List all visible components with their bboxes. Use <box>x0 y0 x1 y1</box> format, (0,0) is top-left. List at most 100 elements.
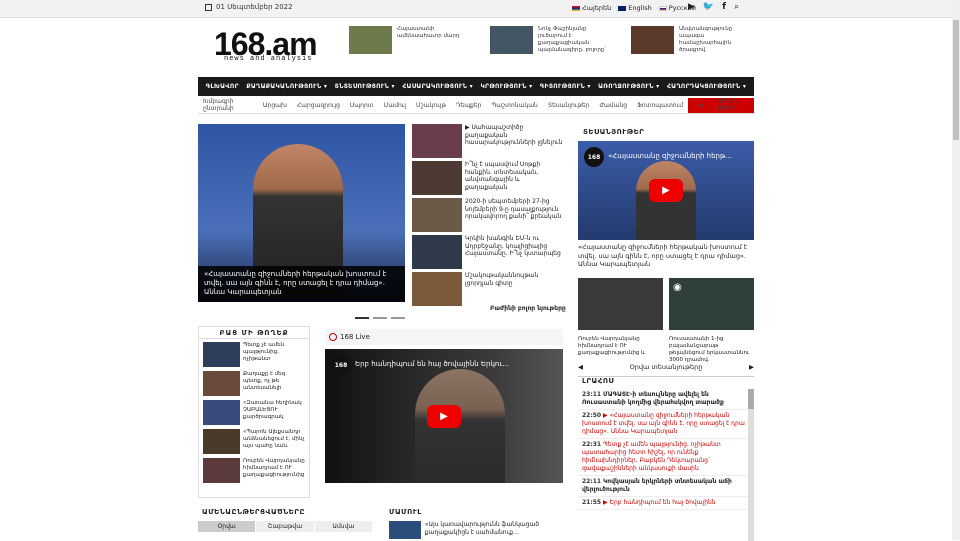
list-item[interactable]: «Այս կառավարությունն ֆանկացած քաղաքակիցն… <box>389 521 564 539</box>
carousel-dot[interactable] <box>373 317 387 319</box>
thumbnail <box>412 198 462 232</box>
carousel-dot[interactable] <box>355 317 369 319</box>
list-item[interactable]: 2020-ի սեպտեմբերի 27-ից նոյեմբերի 9-ը դա… <box>412 198 564 235</box>
nav-item[interactable]: ՀԱՂՈՐԴԱԿՑՈՒԹՅՈՒՆ ▾ <box>667 83 746 90</box>
scroll-thumb[interactable] <box>953 20 959 140</box>
thumbnail: ◉ <box>669 278 754 330</box>
header-news-2[interactable]: Նոնչ Փաշինյանը լուծարում է քաղաքացիական … <box>490 26 610 54</box>
feed-scrollbar[interactable] <box>748 389 754 541</box>
live-button[interactable]: ▶ ՈՒՂԻՂ ԵԹԵՐ <box>688 97 754 113</box>
press-section: ՄԱՄՈՒԼ «Այս կառավարությունն ֆանկացած քաղ… <box>389 508 564 539</box>
video-icon: ▶ <box>603 412 608 419</box>
video-caption[interactable]: «Հայաստանը զիջումների հերթական խոստում է… <box>578 243 754 269</box>
feed-item[interactable]: 22:31 Պետք չէ ամեն պայթյունից, ոչիթանտ պ… <box>578 439 754 476</box>
subnav-item[interactable]: Տեսանյութեր <box>543 102 595 109</box>
list-item[interactable]: Քաղաքը է մեզ պետք, ոչ թե անտեսանելի <box>199 368 309 397</box>
video-item[interactable]: Ռուբեն Վարդանյանը հիմնադրամ է ՈՒ քաղաքաց… <box>578 278 663 364</box>
russia-flag-icon <box>658 5 667 11</box>
thumbnail <box>349 26 392 54</box>
nav-item[interactable]: ՏՆՏԵՍՈՒԹՅՈՒՆ ▾ <box>335 83 395 90</box>
subnav-item[interactable]: Դեպքեր <box>451 102 487 109</box>
live-video-player[interactable]: 168 Երբ հանդիպում են հայ ծովայինն Երկու.… <box>325 349 563 483</box>
feed-item[interactable]: 22:50 ▶ «Հայաստանը զիջումների հերթական խ… <box>578 410 754 439</box>
list-item[interactable]: Ռուբեն Վարդանյանը հիմնադրամ է ՈՒ քաղաքաց… <box>199 455 309 484</box>
subnav-item[interactable]: Արցախ <box>258 102 292 109</box>
facebook-icon[interactable]: f <box>722 2 726 12</box>
thumbnail <box>203 429 240 454</box>
most-read: ԱՄԵՆԱԸՆԹԵՐՑՎԱԾՆԵՐԸ Օրվա Շաբաթվա Ամսվա <box>198 508 373 532</box>
thumbnail <box>578 278 663 330</box>
calendar-icon <box>205 3 212 11</box>
list-item[interactable]: Ի՞նչ է սպասվում Սոթքի հանքին․ տնտեսական,… <box>412 161 564 198</box>
more-link[interactable]: Բաժինի բոլոր նյութերը <box>490 305 566 312</box>
next-arrow-icon[interactable]: ▶ <box>749 363 754 371</box>
play-button[interactable]: ▶ <box>427 405 461 428</box>
feed-item[interactable]: 23:11 ՄԱԳԱՏԷ-ի տեսուչները ավելել են Ռուս… <box>578 389 754 410</box>
subnav-item[interactable]: Ֆոտոպատում <box>632 102 688 109</box>
list-item[interactable]: ▶ Սահապաշտիծը քաղաքական հասարակություննե… <box>412 124 564 161</box>
twitter-icon[interactable]: 🐦 <box>703 2 714 12</box>
thumbnail <box>389 521 421 539</box>
list-item[interactable]: «Զառանա հեղինակ ՉԱԲԱԼԵՑՈՒ քարծրագրակ <box>199 397 309 426</box>
subnav-item[interactable]: Մշակույթ <box>411 102 451 109</box>
box-heading: ԲԱՑ ՄԻ ԹՈՂԵՔ <box>199 327 309 339</box>
uk-flag-icon <box>618 5 627 11</box>
youtube-icon[interactable]: ▶ <box>688 2 695 12</box>
thumbnail <box>203 458 240 483</box>
page-scrollbar[interactable] <box>952 0 960 540</box>
most-read-heading: ԱՄԵՆԱԸՆԹԵՐՑՎԱԾՆԵՐԸ <box>202 508 305 516</box>
list-item[interactable]: Կրկին խանգին ԵՄ-ն ու Ադրբեջանը, կոալիցիա… <box>412 235 564 272</box>
carousel-dot[interactable] <box>391 317 405 319</box>
thumbnail <box>412 235 462 269</box>
press-heading: ՄԱՄՈՒԼ <box>389 508 422 516</box>
search-icon[interactable]: ⌕ <box>734 2 739 12</box>
nav-item[interactable]: ՀԱՍԱՐԱԿՈՒԹՅՈՒՆ ▾ <box>402 83 473 90</box>
lang-armenian[interactable]: Հայերեն <box>572 4 611 12</box>
scroll-thumb[interactable] <box>748 389 754 409</box>
social-links: ▶ 🐦 f ⌕ <box>688 2 739 12</box>
channel-logo: 168 <box>584 147 604 167</box>
nav-item[interactable]: ՔԱՂԱՔԱԿԱՆՈՒԹՅՈՒՆ ▾ <box>246 83 327 90</box>
hero-story[interactable]: «Հայաստանը զիջումների հերթական խոստում է… <box>198 124 405 302</box>
language-switcher: Հայերեն English Русский <box>572 4 696 12</box>
subnav-item[interactable]: Սպորտ <box>345 102 379 109</box>
video-player[interactable]: 168 «Հայաստանը զիջումների հերթ... ▶ <box>578 141 754 240</box>
thumbnail <box>631 26 674 54</box>
nav-item[interactable]: ԿՐԹՈՒԹՅՈՒՆ ▾ <box>480 83 532 90</box>
thumbnail <box>412 161 462 195</box>
date-display: 01 Սեպտեմբեր 2022 <box>205 3 293 11</box>
subnav-item[interactable]: Պաշտոնական <box>486 102 542 109</box>
feed-item[interactable]: 21:55 ▶ Երբ հանդիպում են հայ ծովայինն <box>578 497 754 510</box>
thumbnail <box>412 272 462 306</box>
armenia-flag-icon <box>572 5 580 11</box>
nav-item[interactable]: ԳԼԽԱՎՈՐ <box>206 83 239 90</box>
video-grid: Ռուբեն Վարդանյանը հիմնադրամ է ՈՒ քաղաքաց… <box>578 278 754 364</box>
subnav-item[interactable]: Մամուլ <box>379 102 411 109</box>
list-item[interactable]: Պետք չէ ամեն պայթյունից, ոչիթանտ <box>199 339 309 368</box>
video-item[interactable]: ◉ Ռուսաստանի 1-ից բալամանշաբաթ թելայնեցու… <box>669 278 754 364</box>
thumbnail <box>412 124 462 158</box>
header-news-1[interactable]: Հայաստանի ամենաահաւոր մարդ <box>349 26 469 54</box>
nav-item[interactable]: ԱՌՈՂՋՈՒԹՅՈՒՆ ▾ <box>598 83 659 90</box>
list-item[interactable]: Մշակութականնույթան լցորդյան գիտը <box>412 272 564 309</box>
lang-english[interactable]: English <box>618 4 652 12</box>
subnav-item[interactable]: Խմբագրի ընտրանի <box>198 98 258 112</box>
subnav-item[interactable]: Հարցազրույց <box>292 102 345 109</box>
thumbnail <box>203 342 240 367</box>
nav-item[interactable]: ԳԻՏՈՒԹՅՈՒՆ ▾ <box>540 83 591 90</box>
most-read-tabs: Օրվա Շաբաթվա Ամսվա <box>198 521 373 532</box>
list-item[interactable]: «Պարոն Ալեքսանդր անձնանեցում է, մինչ այս… <box>199 426 309 455</box>
main-nav: ԳԼԽԱՎՈՐ ՔԱՂԱՔԱԿԱՆՈՒԹՅՈՒՆ ▾ ՏՆՏԵՍՈՒԹՅՈՒՆ … <box>198 77 754 96</box>
tab-day[interactable]: Օրվա <box>198 521 257 532</box>
video-title: «Հայաստանը զիջումների հերթ... <box>608 152 732 160</box>
feed-item[interactable]: 22:11 Կովկասյան երկրների տնտեսական աճի վ… <box>578 476 754 497</box>
subnav-item[interactable]: Ժամանց <box>594 102 632 109</box>
tab-week[interactable]: Շաբաթվա <box>256 521 315 532</box>
thumbnail <box>490 26 533 54</box>
play-button[interactable]: ▶ <box>649 179 683 202</box>
feed-heading: ԼՐԱՀՈՍ <box>582 377 615 385</box>
tab-month[interactable]: Ամսվա <box>314 521 373 532</box>
video-title: Երբ հանդիպում են հայ ծովայինն Երկու... <box>355 360 510 368</box>
prev-arrow-icon[interactable]: ◀ <box>578 363 583 371</box>
header-news-3[interactable]: Անվտանգությունը՝ ապագա համաշխարհային ծրա… <box>631 26 751 54</box>
